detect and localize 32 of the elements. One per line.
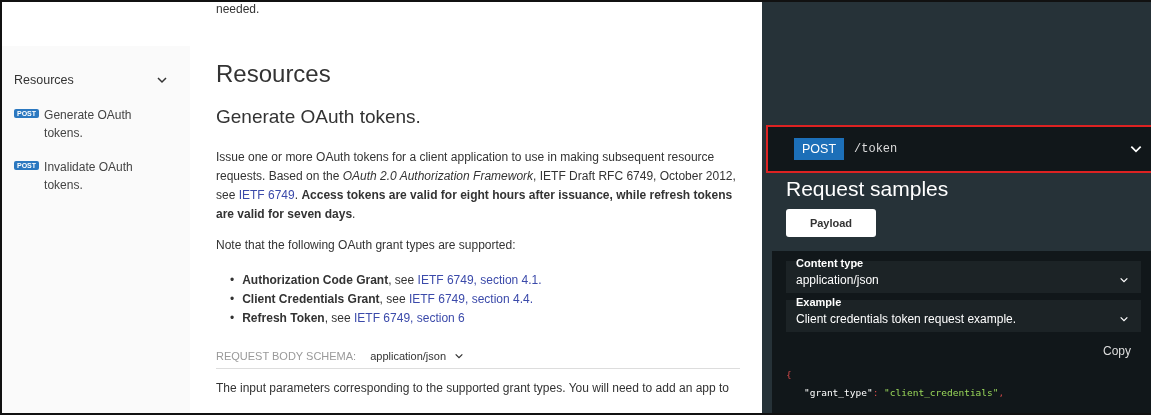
- section-heading: Resources: [216, 60, 332, 88]
- select-field[interactable]: Example Client credentials token request example.: [786, 300, 1141, 332]
- endpoint-bar[interactable]: POST /token: [766, 125, 1151, 173]
- sidebar-item[interactable]: Invalidate OAuth tokens.: [44, 158, 173, 194]
- body-text: needed.: [216, 2, 261, 16]
- rfc-link[interactable]: IETF 6749, section 6: [354, 311, 465, 325]
- rfc-link[interactable]: IETF 6749: [238, 188, 295, 202]
- grant-item: Refresh Token, see IETF 6749, section 6: [242, 310, 465, 327]
- note-text: Note that the following OAuth grant types are supported:: [216, 237, 517, 254]
- schema-dropdown[interactable]: application/json: [370, 350, 465, 362]
- operation-heading: Generate OAuth tokens.: [216, 106, 422, 128]
- bullet-mark: •: [230, 291, 235, 308]
- chevron-down-icon: [1119, 275, 1129, 285]
- copy-button[interactable]: Copy: [1097, 343, 1137, 359]
- chevron-down-icon: [454, 351, 465, 361]
- grant-item: Authorization Code Grant, see IETF 6749, section 4.1.: [242, 272, 542, 289]
- panel-title: Request samples: [786, 177, 950, 201]
- chevron-down-icon: [1119, 314, 1129, 324]
- chevron-down-icon: [156, 74, 168, 86]
- bullet-mark: •: [230, 310, 235, 327]
- rfc-link[interactable]: IETF 6749, section 4.4.: [408, 292, 533, 306]
- schema-label: REQUEST BODY SCHEMA:: [216, 350, 357, 362]
- sidebar-section-label[interactable]: Resources: [14, 73, 74, 87]
- description-paragraph: Issue one or more OAuth tokens for a client application to use in making subsequent resource requests. Based on the OAuth 2.0 Authorization Framework, IETF Draft RFC 6749, October 2012, see IETF 6749. Access tokens are valid for eight hours after issuance, while refresh tokens are valid for seven days.: [216, 149, 737, 223]
- payload-tab[interactable]: Payload: [786, 209, 876, 237]
- select-field[interactable]: Content type application/json: [786, 261, 1141, 293]
- code-sample: { "grant_type": "client_credentials",: [786, 368, 1006, 400]
- sidebar-item[interactable]: Generate OAuth tokens.: [44, 106, 173, 142]
- bullet-mark: •: [230, 272, 235, 289]
- body-text: The input parameters corresponding to the supported grant types. You will need to add an app to: [216, 380, 730, 397]
- grant-item: Client Credentials Grant, see IETF 6749, section 4.4.: [242, 291, 533, 308]
- rfc-link[interactable]: IETF 6749, section 4.1.: [417, 273, 542, 287]
